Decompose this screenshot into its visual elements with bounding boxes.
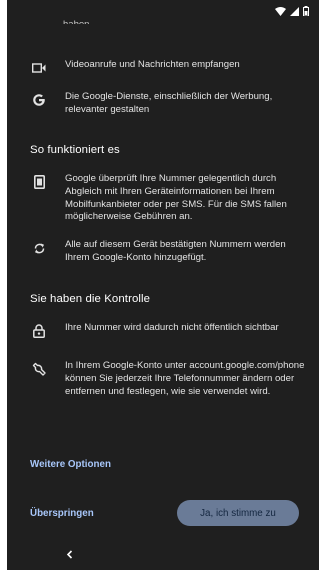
status-bar — [7, 0, 319, 22]
agree-button[interactable]: Ja, ich stimme zu — [177, 500, 299, 526]
battery-icon — [303, 6, 309, 16]
list-item-verification: Google überprüft Ihre Nummer gelegentlic… — [7, 173, 309, 224]
scrolled-text-fragment: haben — [63, 18, 89, 24]
list-item-label: Alle auf diesem Gerät bestätigten Nummer… — [65, 239, 286, 263]
list-item-sync: Alle auf diesem Gerät bestätigten Nummer… — [7, 239, 309, 265]
list-item-label: Ihre Nummer wird dadurch nicht öffentlic… — [65, 322, 279, 333]
list-item-google-services: Die Google-Dienste, einschließlich der W… — [7, 91, 309, 117]
wifi-icon — [275, 6, 286, 16]
sim-card-icon — [30, 173, 48, 191]
video-camera-icon — [30, 59, 48, 77]
section-title-how-it-works: So funktioniert es — [30, 144, 120, 156]
more-options-link[interactable]: Weitere Optionen — [30, 459, 111, 470]
list-item-label: Google überprüft Ihre Nummer gelegentlic… — [65, 173, 287, 223]
list-item-privacy: Ihre Nummer wird dadurch nicht öffentlic… — [7, 322, 309, 340]
google-g-icon — [30, 91, 48, 109]
lock-icon — [30, 322, 48, 340]
list-item-manage-number: In Ihrem Google-Konto unter account.goog… — [7, 360, 309, 398]
list-item-video-calls: Videoanrufe und Nachrichten empfangen — [7, 59, 309, 77]
wrench-icon — [30, 360, 48, 378]
cell-signal-icon — [290, 6, 299, 16]
list-item-label: Videoanrufe und Nachrichten empfangen — [65, 59, 240, 70]
back-chevron-icon[interactable] — [63, 548, 75, 560]
sync-icon — [30, 239, 48, 257]
list-item-label: Die Google-Dienste, einschließlich der W… — [65, 91, 273, 115]
list-item-label: In Ihrem Google-Konto unter account.goog… — [65, 360, 305, 397]
skip-button[interactable]: Überspringen — [30, 508, 94, 519]
screen: haben Videoanrufe und Nachrichten empfan… — [7, 0, 319, 570]
section-title-control: Sie haben die Kontrolle — [30, 293, 151, 305]
